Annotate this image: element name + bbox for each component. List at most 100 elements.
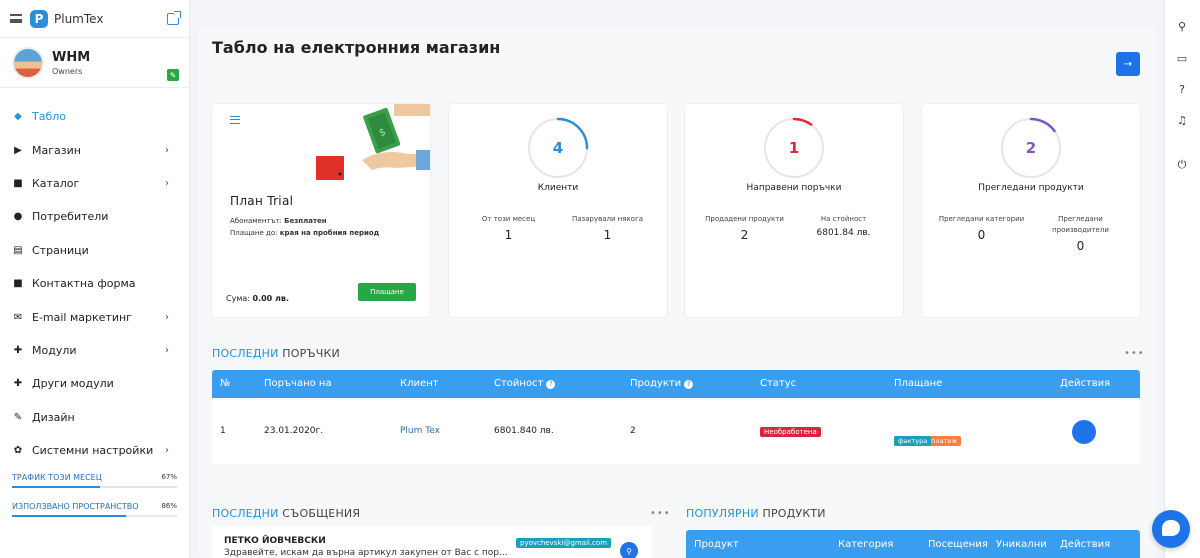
view-order-button[interactable]: ⚲ [1072, 420, 1096, 457]
message-sender: ПЕТКО ЙОВЧЕВСКИ [224, 536, 326, 546]
messages-more-icon[interactable]: ••• [650, 508, 671, 519]
pay-button[interactable]: Плащане [358, 283, 416, 301]
messages-title-rest: СЪОБЩЕНИЯ [282, 507, 361, 520]
message-preview: Здравейте, искам да върна артикул закупе… [224, 548, 508, 558]
page-title: Табло на електронния магазин [212, 38, 501, 57]
card-substats: Продадени продукти 2 На стойност 6801.84 лв… [695, 214, 893, 242]
col-amount-label: Стойност [494, 378, 544, 389]
sidebar-item[interactable]: ✚ Модули › [0, 334, 189, 367]
col-payment: Плащане [894, 378, 943, 389]
substat-value: 1 [504, 228, 513, 242]
table-row: 1 23.01.2020г. Plum Tex 6801.840 лв. 2 Н… [212, 400, 1140, 464]
order-date: 23.01.2020г. [264, 426, 324, 436]
sidebar-item-label: Каталог [32, 176, 80, 190]
plan-title: План Trial [230, 194, 294, 208]
substat-value: 0 [977, 228, 986, 242]
help-icon[interactable]: ? [684, 380, 694, 389]
help-icon[interactable]: ? [1175, 83, 1189, 97]
popular-title-highlight: ПОПУЛЯРНИ [686, 507, 759, 520]
sidebar-item[interactable]: ✎ Дизайн [0, 401, 189, 434]
brand-logo: P [30, 9, 48, 28]
orders-more-icon[interactable]: ••• [1124, 348, 1145, 359]
sidebar-item[interactable]: ✉ E-mail маркетинг › [0, 300, 189, 333]
pages-icon: ▤ [13, 244, 23, 256]
subscription-line: Абонаментът: Безплатен [230, 217, 327, 225]
card-caption: Прегледани продукти [978, 183, 1084, 193]
chat-widget-icon[interactable] [1152, 510, 1190, 548]
subscription-label: Абонаментът: [230, 217, 282, 225]
card-substats: Прегледани категории 0 Прегледани производ… [932, 214, 1130, 253]
bell-icon[interactable]: ♫ [1175, 114, 1189, 128]
sidebar-item-label: Модули [32, 343, 77, 357]
search-icon[interactable]: ⚲ [1175, 20, 1189, 34]
sidebar-item-label: Контактна форма [32, 277, 136, 291]
status-badge: Необработена [760, 427, 821, 437]
external-link-icon[interactable] [167, 10, 181, 25]
card-value: 2 [1025, 139, 1037, 157]
clients-card: 4 Клиенти От този месец 1 Пазарували някога 1 [449, 104, 667, 317]
order-number: 1 [220, 426, 226, 436]
hamburger-menu-icon[interactable] [10, 14, 22, 23]
order-products: 2 [630, 426, 636, 436]
col-category: Категория [838, 539, 894, 550]
sidebar-item-label: Страници [32, 243, 89, 257]
edit-profile-icon[interactable]: ✎ [167, 69, 179, 81]
email-marketing-icon: ✉ [13, 311, 23, 323]
sum-line: Сума: 0.00 лв. [226, 294, 289, 303]
col-products-label: Продукти [630, 378, 682, 389]
col-visits: Посещения [928, 539, 988, 550]
sidebar-item-label: E-mail маркетинг [32, 310, 132, 324]
sidebar-item[interactable]: ■ Контактна форма [0, 267, 189, 300]
orders-table-header: № Поръчано на Клиент Стойност? Продукти?… [212, 370, 1140, 398]
col-unique: Уникални [996, 539, 1047, 550]
pay-until-label: Плащане до: [230, 229, 278, 237]
col-actions: Действия [1060, 539, 1111, 550]
sidebar-item[interactable]: ■ Каталог › [0, 167, 189, 200]
substat-label: Прегледани категории [938, 215, 1025, 223]
orders-card: 1 Направени поръчки Продадени продукти 2 На … [685, 104, 903, 317]
chevron-right-icon: › [165, 144, 169, 156]
col-number: № [220, 378, 231, 389]
avatar[interactable] [12, 46, 44, 79]
user-block: WHM Owners ✎ [0, 38, 189, 88]
sum-label: Сума: [226, 294, 250, 303]
orders-title-rest: ПОРЪЧКИ [282, 347, 340, 360]
card-value: 1 [788, 139, 800, 157]
col-amount: Стойност? [494, 378, 556, 389]
card-substat: От този месец 1 [464, 214, 554, 242]
orders-section-title: ПОСЛЕДНИ ПОРЪЧКИ [212, 347, 340, 360]
view-message-button[interactable]: ⚲ [620, 542, 638, 558]
card-substat: На стойност 6801.84 лв. [799, 214, 889, 242]
sidebar-item[interactable]: ▤ Страници [0, 234, 189, 267]
sidebar-item[interactable]: ✚ Други модули [0, 367, 189, 400]
go-button[interactable]: → [1116, 52, 1140, 76]
plan-menu-icon[interactable] [230, 116, 240, 124]
plan-card: $ План Trial Абонаментът: Безплатен Плащ… [212, 104, 430, 317]
payment-badge: фактура [894, 436, 932, 446]
sidebar-item-label: Дизайн [32, 410, 75, 424]
substat-label: От този месец [481, 215, 536, 223]
sidebar-item[interactable]: ▶ Магазин › [0, 133, 189, 166]
orders-title-highlight: ПОСЛЕДНИ [212, 347, 279, 360]
subscription-value: Безплатен [284, 217, 327, 225]
col-actions: Действия [1060, 378, 1111, 389]
storage-bar [12, 515, 177, 518]
sidebar-item[interactable]: ◆ Табло [0, 100, 189, 133]
card-substat: Продадени продукти 2 [700, 214, 790, 242]
storage-stat: ИЗПОЛЗВАНО ПРОСТРАНСТВО 86% [0, 502, 189, 518]
col-ordered-on: Поръчано на [264, 378, 332, 389]
payment-illustration: $ [316, 104, 430, 180]
card-caption: Направени поръчки [746, 183, 842, 193]
popular-table-header: Продукт Категория Посещения Уникални Дей… [686, 530, 1140, 558]
sidebar-item[interactable]: ● Потребители [0, 200, 189, 233]
storage-percent: 86% [161, 502, 177, 511]
monitor-icon[interactable]: ▭ [1175, 52, 1189, 66]
order-client-link[interactable]: Plum Tex [400, 426, 440, 436]
sidebar-item[interactable]: ✿ Системни настройки › [0, 434, 189, 467]
search-icon: ⚲ [626, 546, 632, 556]
substat-value: 0 [1076, 239, 1085, 253]
power-icon[interactable]: ⏻ [1175, 158, 1189, 172]
message-item[interactable]: ПЕТКО ЙОВЧЕВСКИ Здравейте, искам да върн… [212, 526, 652, 558]
sidebar-item-label: Магазин [32, 143, 81, 157]
help-icon[interactable]: ? [546, 380, 556, 389]
